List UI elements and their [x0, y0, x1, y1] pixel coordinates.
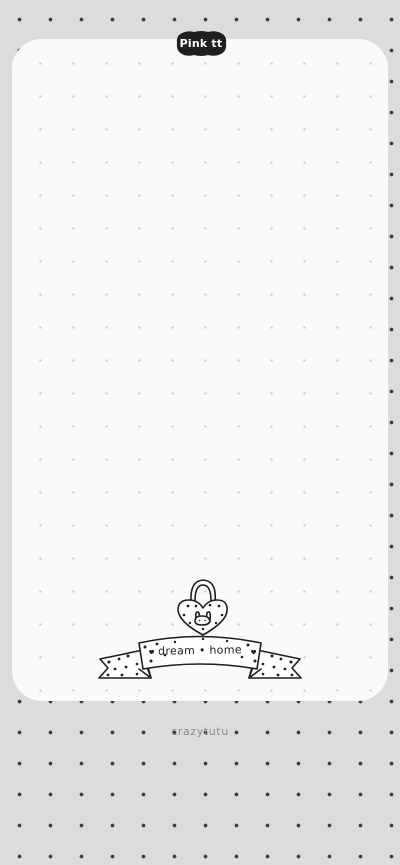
badge: Pink tt: [174, 29, 228, 58]
badge-label: Pink tt: [179, 37, 223, 50]
hanger-ribbon-icon: [98, 579, 302, 679]
ribbon-text: dream • home: [158, 643, 242, 658]
author-credit: crazytutu: [171, 725, 229, 738]
dream-home-artwork: dream • home: [95, 575, 305, 690]
